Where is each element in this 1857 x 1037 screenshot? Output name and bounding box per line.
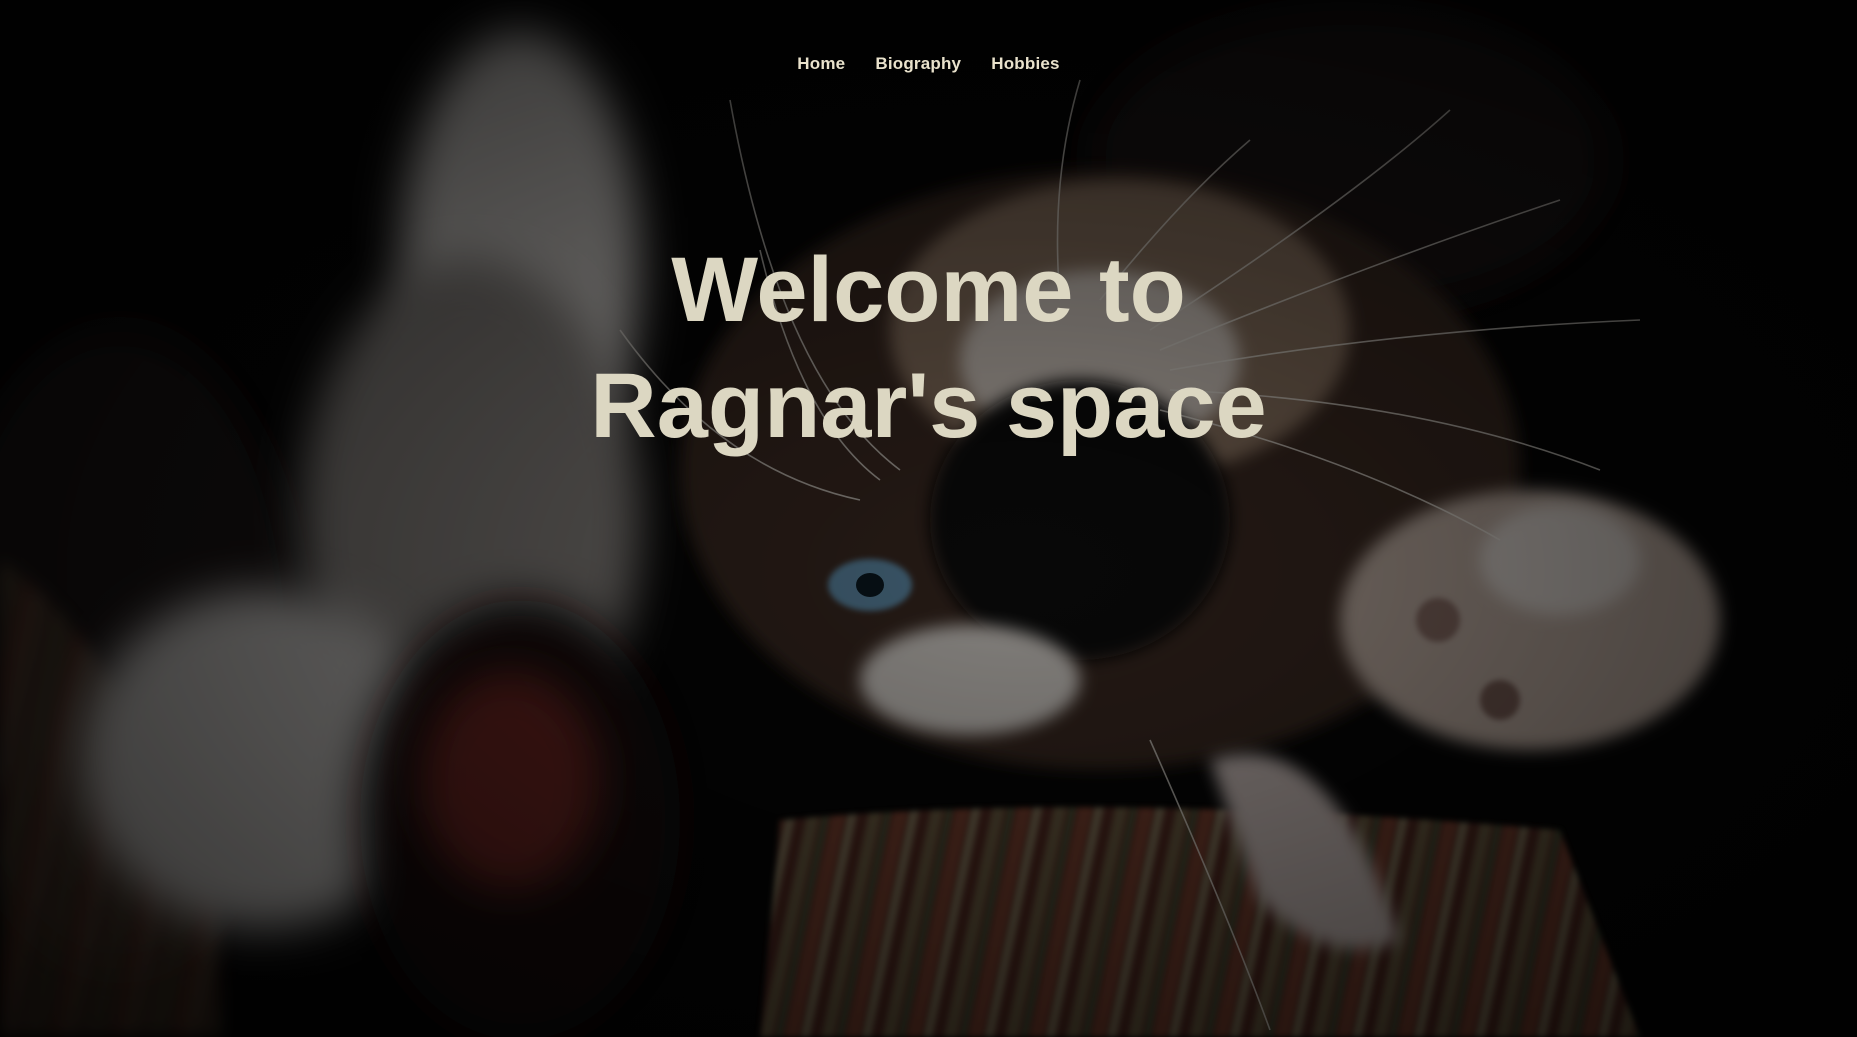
page-title: Welcome to Ragnar's space xyxy=(0,232,1857,464)
nav-item-hobbies[interactable]: Hobbies xyxy=(976,50,1074,78)
nav-item-biography[interactable]: Biography xyxy=(860,50,976,78)
nav-item-home[interactable]: Home xyxy=(782,50,860,78)
dark-overlay xyxy=(0,0,1857,1037)
hero-section: Home Biography Hobbies Welcome to Ragnar… xyxy=(0,0,1857,1037)
page-title-line-1: Welcome to xyxy=(671,239,1186,341)
top-navigation: Home Biography Hobbies xyxy=(0,50,1857,78)
page-title-line-2: Ragnar's space xyxy=(590,355,1267,457)
